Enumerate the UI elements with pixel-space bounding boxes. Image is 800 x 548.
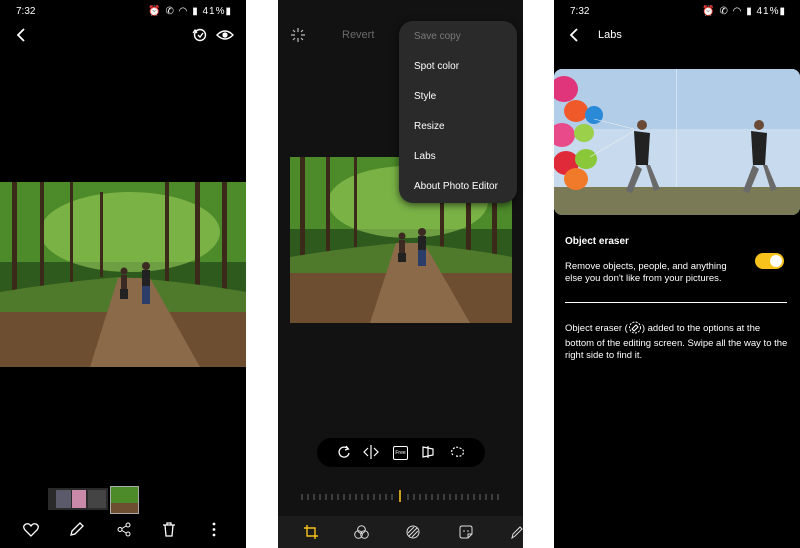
sticker-icon[interactable] <box>459 525 473 539</box>
more-options-menu: Save copy Spot color Style Resize Labs A… <box>399 21 517 203</box>
share-icon[interactable] <box>116 522 132 537</box>
flip-icon[interactable] <box>363 445 379 459</box>
pencil-icon[interactable] <box>69 522 85 537</box>
menu-item-spot-color[interactable]: Spot color <box>414 61 459 72</box>
object-eraser-toggle[interactable] <box>755 253 784 269</box>
crop-rotate-icon[interactable] <box>304 525 318 539</box>
editor-tab-bar <box>278 516 523 548</box>
auto-enhance-icon[interactable] <box>291 28 305 42</box>
status-time: 7:32 <box>16 6 36 17</box>
tone-icon[interactable] <box>406 525 420 539</box>
draw-icon[interactable] <box>511 525 523 539</box>
status-time: 7:32 <box>570 6 590 17</box>
back-chevron-left-icon[interactable] <box>568 28 580 42</box>
labs-screen: 7:32 ⏰ ✆ ◠ ▮ 41%▮ Labs Object eraser Rem… <box>554 0 800 548</box>
status-icons: ⏰ ✆ ◠ ▮ 41%▮ <box>148 6 232 17</box>
straighten-ruler[interactable] <box>300 489 500 503</box>
menu-item-labs[interactable]: Labs <box>414 151 436 162</box>
thumbnail-strip[interactable] <box>48 488 108 510</box>
object-eraser-heading: Object eraser <box>565 236 629 247</box>
menu-item-save-copy[interactable]: Save copy <box>414 31 461 42</box>
toggle-knob <box>770 255 782 267</box>
gallery-viewer-screen: 7:32 ⏰ ✆ ◠ ▮ 41%▮ <box>0 0 246 548</box>
forest-path-photo[interactable] <box>0 182 246 367</box>
more-options-icon[interactable] <box>212 522 216 537</box>
page-title: Labs <box>598 29 622 41</box>
menu-item-about-photo-editor[interactable]: About Photo Editor <box>414 181 498 192</box>
back-chevron-left-icon[interactable] <box>14 27 28 43</box>
status-bar: 7:32 ⏰ ✆ ◠ ▮ 41%▮ <box>0 0 246 22</box>
current-thumbnail[interactable] <box>110 486 139 514</box>
trash-icon[interactable] <box>162 522 176 537</box>
transform-toolbar: Free <box>317 438 485 467</box>
status-icons: ⏰ ✆ ◠ ▮ 41%▮ <box>702 6 786 17</box>
remaster-icon[interactable] <box>192 27 208 43</box>
battery-level: 41% <box>202 6 226 17</box>
object-eraser-icon <box>628 321 642 338</box>
free-crop-button[interactable]: Free <box>393 446 408 460</box>
object-eraser-description: Remove objects, people, and anything els… <box>565 261 727 284</box>
divider <box>565 302 787 303</box>
object-eraser-info: Object eraser () added to the options at… <box>565 321 791 362</box>
heart-icon[interactable] <box>23 522 39 537</box>
revert-button[interactable]: Revert <box>342 29 374 41</box>
menu-item-style[interactable]: Style <box>414 91 436 102</box>
battery-level: 41% <box>756 6 780 17</box>
lasso-icon[interactable] <box>450 445 466 459</box>
filters-icon[interactable] <box>354 525 369 539</box>
rotate-icon[interactable] <box>337 445 351 459</box>
perspective-icon[interactable] <box>421 445 435 459</box>
info-text-before: Object eraser ( <box>565 323 628 334</box>
menu-item-resize[interactable]: Resize <box>414 121 445 132</box>
object-eraser-preview-image <box>554 69 800 215</box>
eye-icon[interactable] <box>216 27 234 43</box>
status-bar: 7:32 ⏰ ✆ ◠ ▮ 41%▮ <box>554 0 800 22</box>
